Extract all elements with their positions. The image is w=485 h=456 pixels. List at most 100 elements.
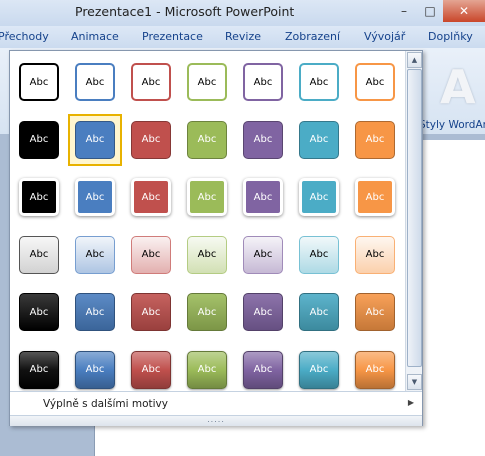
style-option-glossy-5[interactable]: Abc (299, 350, 339, 389)
style-option-label: Abc (29, 249, 49, 260)
more-theme-fills-item[interactable]: Výplně s dalšími motivy ▶ (10, 393, 422, 415)
window-controls: – □ ✕ (391, 0, 485, 22)
style-option-glossy-3[interactable]: Abc (187, 350, 227, 389)
shape-style-gallery: Abc Abc Abc Abc Abc Abc Abc Abc Abc Abc Abc Abc Abc A… (9, 50, 423, 426)
tab-animace[interactable]: Animace (71, 30, 119, 43)
style-option-label: Abc (197, 249, 217, 260)
style-option-label: Abc (365, 364, 385, 375)
style-option-pastel-gradient-5[interactable]: Abc (299, 235, 339, 274)
style-option-solid-light-border-2[interactable]: Abc (131, 178, 171, 216)
menu-separator (10, 391, 422, 392)
style-option-label: Abc (85, 364, 105, 375)
more-theme-fills-label: Výplně s dalšími motivy (43, 398, 168, 410)
style-option-outline-5[interactable]: Abc (299, 63, 339, 101)
style-option-gradient-1[interactable]: Abc (75, 293, 115, 331)
style-option-label: Abc (365, 134, 385, 145)
style-option-pastel-gradient-6[interactable]: Abc (355, 235, 395, 274)
style-option-label: Abc (85, 306, 105, 318)
style-option-label: Abc (197, 76, 217, 88)
wordart-group-label: Styly WordArt (419, 119, 485, 131)
style-option-label: Abc (197, 364, 217, 375)
style-option-label: Abc (309, 306, 329, 318)
style-option-solid-6[interactable]: Abc (355, 120, 395, 159)
style-option-gradient-4[interactable]: Abc (243, 293, 283, 331)
style-option-label: Abc (85, 76, 105, 88)
style-option-label: Abc (141, 249, 161, 260)
style-option-pastel-gradient-3[interactable]: Abc (187, 235, 227, 274)
style-option-pastel-gradient-1[interactable]: Abc (75, 235, 115, 274)
ribbon-tabs: Přechody Animace Prezentace Revize Zobra… (0, 26, 485, 48)
style-option-solid-1[interactable]: Abc (75, 120, 115, 159)
style-option-glossy-4[interactable]: Abc (243, 350, 283, 389)
style-option-outline-2[interactable]: Abc (131, 63, 171, 101)
style-option-label: Abc (309, 76, 329, 88)
style-option-label: Abc (141, 76, 161, 88)
style-option-label: Abc (253, 76, 273, 88)
style-option-gradient-3[interactable]: Abc (187, 293, 227, 331)
tab-zobrazeni[interactable]: Zobrazení (285, 30, 340, 43)
wordart-style-icon[interactable]: A (440, 60, 476, 114)
style-option-solid-0[interactable]: Abc (19, 120, 59, 159)
tab-prezentace[interactable]: Prezentace (142, 30, 203, 43)
style-option-outline-1[interactable]: Abc (75, 63, 115, 101)
style-option-solid-light-border-5[interactable]: Abc (299, 178, 339, 216)
gallery-scrollbar[interactable]: ▲ ▼ (405, 51, 422, 391)
style-option-label: Abc (309, 191, 329, 203)
style-option-gradient-5[interactable]: Abc (299, 293, 339, 331)
style-option-label: Abc (85, 191, 105, 203)
style-option-solid-light-border-0[interactable]: Abc (19, 178, 59, 216)
style-option-solid-2[interactable]: Abc (131, 120, 171, 159)
style-option-glossy-0[interactable]: Abc (19, 350, 59, 389)
scroll-down-button[interactable]: ▼ (407, 374, 422, 390)
style-option-solid-light-border-3[interactable]: Abc (187, 178, 227, 216)
style-option-label: Abc (85, 249, 105, 260)
minimize-button[interactable]: – (391, 0, 417, 22)
tab-vyvojar[interactable]: Vývojář (364, 30, 405, 43)
style-option-label: Abc (309, 134, 329, 145)
style-option-label: Abc (29, 364, 49, 375)
style-option-glossy-6[interactable]: Abc (355, 350, 395, 389)
tab-doplnky[interactable]: Doplňky (428, 30, 473, 43)
style-option-solid-light-border-6[interactable]: Abc (355, 178, 395, 216)
style-option-pastel-gradient-4[interactable]: Abc (243, 235, 283, 274)
style-option-label: Abc (141, 134, 161, 145)
style-option-pastel-gradient-2[interactable]: Abc (131, 235, 171, 274)
style-option-pastel-gradient-0[interactable]: Abc (19, 235, 59, 274)
style-option-label: Abc (29, 134, 49, 145)
style-option-label: Abc (197, 306, 217, 318)
style-option-label: Abc (197, 134, 217, 145)
style-option-gradient-2[interactable]: Abc (131, 293, 171, 331)
style-option-glossy-2[interactable]: Abc (131, 350, 171, 389)
submenu-arrow-icon: ▶ (407, 398, 414, 407)
tab-prechody[interactable]: Přechody (0, 30, 49, 43)
style-option-label: Abc (309, 249, 329, 260)
style-option-label: Abc (365, 76, 385, 88)
maximize-button[interactable]: □ (417, 0, 443, 22)
style-option-solid-light-border-4[interactable]: Abc (243, 178, 283, 216)
style-option-label: Abc (141, 306, 161, 318)
style-option-outline-3[interactable]: Abc (187, 63, 227, 101)
style-option-gradient-6[interactable]: Abc (355, 293, 395, 331)
style-option-outline-6[interactable]: Abc (355, 63, 395, 101)
style-option-solid-3[interactable]: Abc (187, 120, 227, 159)
style-option-label: Abc (253, 191, 273, 203)
style-option-solid-4[interactable]: Abc (243, 120, 283, 159)
style-option-label: Abc (365, 191, 385, 203)
style-option-label: Abc (29, 191, 49, 203)
style-option-outline-4[interactable]: Abc (243, 63, 283, 101)
tab-revize[interactable]: Revize (225, 30, 261, 43)
style-option-outline-0[interactable]: Abc (19, 63, 59, 101)
style-option-label: Abc (197, 191, 217, 203)
scroll-thumb[interactable] (407, 69, 422, 367)
style-option-gradient-0[interactable]: Abc (19, 293, 59, 331)
title-bar: Prezentace1 - Microsoft PowerPoint – □ ✕ (0, 0, 485, 26)
style-option-glossy-1[interactable]: Abc (75, 350, 115, 389)
scroll-up-button[interactable]: ▲ (407, 52, 422, 68)
style-option-label: Abc (365, 249, 385, 260)
style-option-solid-light-border-1[interactable]: Abc (75, 178, 115, 216)
style-option-label: Abc (309, 364, 329, 375)
style-option-solid-5[interactable]: Abc (299, 120, 339, 159)
resize-grip[interactable]: ..... (10, 415, 422, 426)
style-option-label: Abc (253, 364, 273, 375)
close-button[interactable]: ✕ (443, 0, 485, 22)
